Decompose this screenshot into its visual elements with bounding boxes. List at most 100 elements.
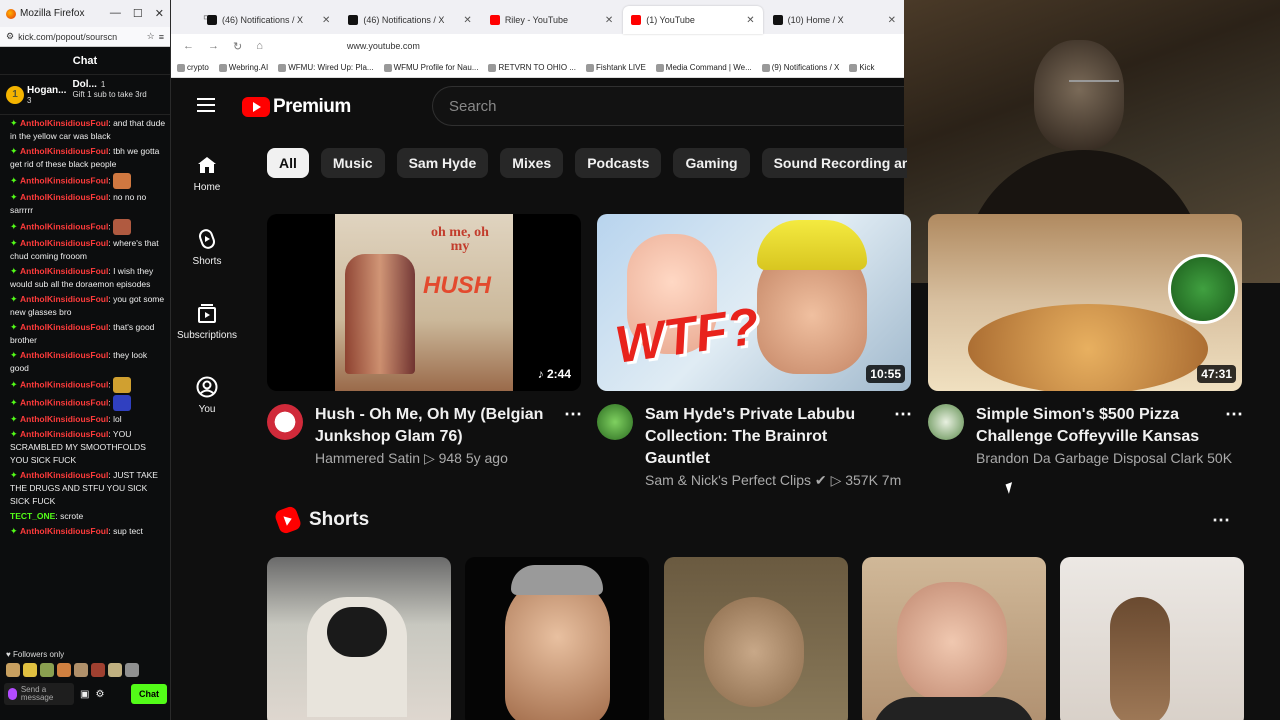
emote[interactable] (108, 663, 122, 677)
short-thumbnail[interactable] (664, 557, 848, 720)
home-icon[interactable]: ⌂ (256, 40, 263, 52)
filter-chip[interactable]: Podcasts (575, 148, 662, 178)
bookmark-star-icon[interactable]: ☆ (147, 31, 155, 42)
filter-chip[interactable]: Sam Hyde (396, 148, 489, 178)
channel-avatar[interactable] (928, 404, 964, 440)
chat-username[interactable]: AntholKinsidiousFoul (20, 266, 108, 276)
bookmark-item[interactable]: Fishtank LIVE (585, 63, 646, 72)
video-card[interactable]: 47:31 Simple Simon's $500 Pizza Challeng… (928, 214, 1243, 466)
reload-icon[interactable]: ↻ (233, 40, 242, 53)
chat-username[interactable]: AntholKinsidiousFoul (20, 429, 108, 439)
bookmark-item[interactable]: WFMU: Wired Up: Pla... (278, 63, 374, 72)
video-title[interactable]: Simple Simon's $500 Pizza Challenge Coff… (976, 404, 1216, 448)
gift-sub-prompt[interactable]: Gift 1 sub to take 3rd (72, 90, 146, 99)
bookmark-item[interactable]: Kick (849, 63, 874, 72)
chat-username[interactable]: AntholKinsidiousFoul (20, 379, 108, 389)
emote[interactable] (57, 663, 71, 677)
site-info-icon[interactable]: ⚙ (6, 31, 14, 42)
filter-chip[interactable]: Music (320, 148, 385, 178)
channel-name[interactable]: Brandon Da Garbage Disposal Clark (976, 450, 1203, 466)
guide-home[interactable]: Home (171, 136, 243, 210)
emote[interactable] (6, 663, 20, 677)
short-thumbnail[interactable] (267, 557, 451, 720)
tab-close-icon[interactable]: ✕ (605, 15, 613, 26)
short-thumbnail[interactable] (862, 557, 1046, 720)
chat-username[interactable]: TECT_ONE (10, 511, 55, 521)
filter-chip[interactable]: Sound Recording and R (761, 148, 907, 178)
forward-icon[interactable]: → (208, 40, 219, 52)
tab-close-icon[interactable]: ✕ (888, 15, 896, 26)
chat-username[interactable]: AntholKinsidiousFoul (20, 146, 108, 156)
chat-username[interactable]: AntholKinsidiousFoul (20, 238, 108, 248)
chat-username[interactable]: AntholKinsidiousFoul (20, 118, 108, 128)
channel-name[interactable]: Sam & Nick's Perfect Clips ✔ (645, 472, 827, 488)
guide-you[interactable]: You (171, 358, 243, 432)
browser-tab[interactable]: Riley - YouTube ✕ (482, 6, 621, 34)
search-input[interactable]: Search (432, 86, 904, 126)
gift-icon[interactable]: ▣ (80, 689, 89, 700)
filter-chip[interactable]: Mixes (500, 148, 564, 178)
emote[interactable] (40, 663, 54, 677)
filter-chip[interactable]: Gaming (673, 148, 750, 178)
filter-chip[interactable]: All (267, 148, 309, 178)
more-actions-icon[interactable]: ⋯ (564, 404, 582, 425)
chat-username[interactable]: AntholKinsidiousFoul (20, 526, 108, 536)
video-thumbnail[interactable]: WTF? 10:55 (597, 214, 911, 391)
chat-username[interactable]: AntholKinsidiousFoul (20, 175, 108, 185)
bookmark-item[interactable]: (9) Notifications / X (761, 63, 839, 72)
shorts-more-icon[interactable]: ⋯ (1212, 510, 1230, 531)
bookmark-item[interactable]: Webring.AI (218, 63, 268, 72)
browser-tab[interactable]: (10) Home / X ✕ (765, 6, 904, 34)
video-card[interactable]: oh me, oh my HUSH ♪ 2:44 Hush - Oh Me, O… (267, 214, 582, 467)
browser-tab[interactable]: (46) Notifications / X ✕ (199, 6, 338, 34)
bookmark-item[interactable]: Media Command | We... (655, 63, 752, 72)
short-thumbnail[interactable] (1060, 557, 1244, 720)
chat-username[interactable]: AntholKinsidiousFoul (20, 221, 108, 231)
menu-icon[interactable]: ≡ (159, 32, 164, 42)
message-input[interactable]: Send a message (4, 683, 74, 705)
gifter-2[interactable]: Dol... 1 Gift 1 sub to take 3rd (72, 79, 146, 110)
chat-username[interactable]: AntholKinsidiousFoul (20, 350, 108, 360)
browser-tab[interactable]: (46) Notifications / X ✕ (340, 6, 479, 34)
chat-username[interactable]: AntholKinsidiousFoul (20, 414, 108, 424)
video-title[interactable]: Hush - Oh Me, Oh My (Belgian Junkshop Gl… (315, 404, 555, 448)
bookmark-item[interactable]: crypto (177, 63, 209, 72)
chat-username[interactable]: AntholKinsidiousFoul (20, 322, 108, 332)
emote[interactable] (91, 663, 105, 677)
settings-icon[interactable]: ⚙ (95, 689, 104, 700)
back-icon[interactable]: ← (183, 40, 194, 52)
bookmark-item[interactable]: RETVRN TO OHIO ... (488, 63, 576, 72)
emote[interactable] (23, 663, 37, 677)
gifter-1[interactable]: 1 Hogan... 3 (6, 79, 66, 110)
popup-url-bar[interactable]: ⚙ kick.com/popout/sourscn ☆ ≡ (0, 27, 170, 47)
mic-icon[interactable] (8, 688, 17, 700)
video-thumbnail[interactable]: oh me, oh my HUSH ♪ 2:44 (267, 214, 581, 391)
chat-username[interactable]: AntholKinsidiousFoul (20, 397, 108, 407)
video-card[interactable]: WTF? 10:55 Sam Hyde's Private Labubu Col… (597, 214, 912, 489)
guide-subscriptions[interactable]: Subscriptions (171, 284, 243, 358)
guide-menu-icon[interactable] (197, 98, 215, 112)
chat-username[interactable]: AntholKinsidiousFoul (20, 294, 108, 304)
more-actions-icon[interactable]: ⋯ (894, 404, 912, 425)
maximize-icon[interactable]: ☐ (133, 7, 143, 20)
channel-avatar[interactable] (597, 404, 633, 440)
more-actions-icon[interactable]: ⋯ (1225, 404, 1243, 425)
youtube-logo[interactable]: Premium (242, 96, 351, 118)
guide-shorts[interactable]: Shorts (171, 210, 243, 284)
video-title[interactable]: Sam Hyde's Private Labubu Collection: Th… (645, 404, 885, 470)
tab-close-icon[interactable]: ✕ (322, 15, 330, 26)
short-thumbnail[interactable] (465, 557, 649, 720)
emote[interactable] (74, 663, 88, 677)
tab-close-icon[interactable]: ✕ (746, 15, 754, 26)
bookmark-item[interactable]: WFMU Profile for Nau... (383, 63, 478, 72)
emote[interactable] (125, 663, 139, 677)
channel-avatar[interactable] (267, 404, 303, 440)
channel-name[interactable]: Hammered Satin (315, 450, 420, 466)
address-bar[interactable]: www.youtube.com (347, 41, 420, 51)
chat-username[interactable]: AntholKinsidiousFoul (20, 470, 108, 480)
close-icon[interactable]: ✕ (155, 7, 164, 20)
tab-close-icon[interactable]: ✕ (463, 15, 471, 26)
send-chat-button[interactable]: Chat (131, 684, 167, 704)
browser-tab[interactable]: (1) YouTube ✕ (623, 6, 763, 34)
chat-username[interactable]: AntholKinsidiousFoul (20, 192, 108, 202)
